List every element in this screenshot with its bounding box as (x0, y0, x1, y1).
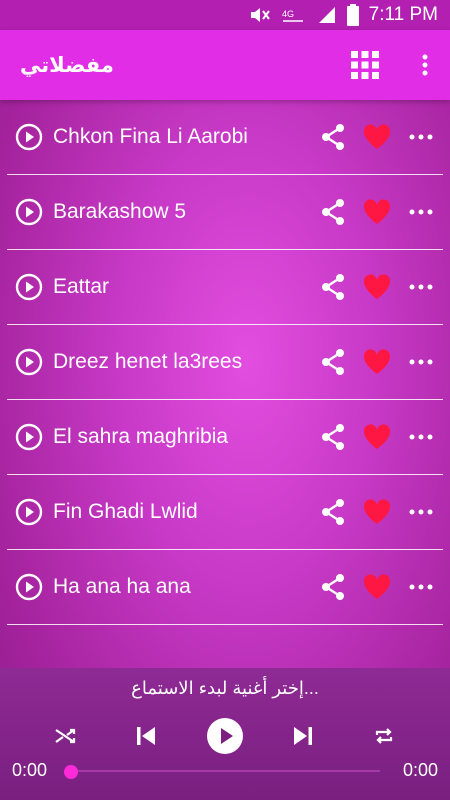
favorite-heart-icon[interactable] (363, 499, 391, 525)
current-time: 0:00 (12, 760, 48, 780)
play-button[interactable] (205, 716, 245, 756)
duration-time: 0:00 (402, 760, 438, 780)
seek-track[interactable] (70, 770, 380, 772)
play-circle-icon[interactable] (15, 498, 43, 526)
song-title: Barakashow 5 (53, 200, 187, 223)
status-bar: 4G 7:11 PM (0, 0, 450, 30)
list-item[interactable]: Chkon Fina Li Aarobi (7, 100, 443, 175)
favorite-heart-icon[interactable] (363, 424, 391, 450)
shuffle-icon[interactable] (45, 716, 85, 756)
seek-thumb[interactable] (64, 765, 78, 779)
more-horiz-icon[interactable] (409, 432, 433, 442)
more-horiz-icon[interactable] (409, 207, 433, 217)
list-item[interactable]: Dreez henet la3rees (7, 325, 443, 400)
repeat-icon[interactable] (364, 716, 404, 756)
more-horiz-icon[interactable] (409, 357, 433, 367)
signal-icon (318, 7, 335, 23)
list-item[interactable]: Fin Ghadi Lwlid (7, 475, 443, 550)
play-circle-icon[interactable] (15, 423, 43, 451)
share-icon[interactable] (319, 123, 347, 151)
skip-previous-icon[interactable] (126, 716, 166, 756)
list-item[interactable]: Eattar (7, 250, 443, 325)
share-icon[interactable] (319, 573, 347, 601)
share-icon[interactable] (319, 423, 347, 451)
status-time: 7:11 PM (368, 4, 438, 25)
player-controls (0, 716, 450, 756)
favorite-heart-icon[interactable] (363, 274, 391, 300)
play-circle-icon[interactable] (15, 198, 43, 226)
network-icon: 4G (282, 9, 303, 22)
song-list: Chkon Fina Li Aarobi Barakashow 5 Eattar… (0, 100, 450, 625)
share-icon[interactable] (319, 498, 347, 526)
favorite-heart-icon[interactable] (363, 124, 391, 150)
list-item[interactable]: El sahra maghribia (7, 400, 443, 475)
svg-text:4G: 4G (282, 9, 294, 19)
list-item[interactable]: Barakashow 5 (7, 175, 443, 250)
favorite-heart-icon[interactable] (363, 349, 391, 375)
app-bar: مفضلاتي (0, 30, 450, 100)
song-title: Fin Ghadi Lwlid (53, 500, 198, 523)
play-circle-icon[interactable] (15, 123, 43, 151)
more-horiz-icon[interactable] (409, 507, 433, 517)
more-horiz-icon[interactable] (409, 132, 433, 142)
player-hint: إختر أغنية لبدء الاستماع... (131, 678, 319, 698)
favorite-heart-icon[interactable] (363, 574, 391, 600)
grid-icon[interactable] (350, 50, 380, 80)
more-horiz-icon[interactable] (409, 282, 433, 292)
player-bar: إختر أغنية لبدء الاستماع... 0:00 0:00 (0, 668, 450, 800)
play-circle-icon[interactable] (15, 573, 43, 601)
share-icon[interactable] (319, 273, 347, 301)
seek-bar-row: 0:00 0:00 (0, 760, 450, 782)
mute-icon (250, 8, 270, 22)
list-item[interactable]: Ha ana ha ana (7, 550, 443, 625)
play-circle-icon[interactable] (15, 348, 43, 376)
favorite-heart-icon[interactable] (363, 199, 391, 225)
song-title: Ha ana ha ana (53, 575, 191, 598)
share-icon[interactable] (319, 198, 347, 226)
share-icon[interactable] (319, 348, 347, 376)
play-circle-icon[interactable] (15, 273, 43, 301)
song-title: Dreez henet la3rees (53, 350, 243, 373)
song-title: Eattar (53, 275, 110, 298)
skip-next-icon[interactable] (283, 716, 323, 756)
more-vert-icon[interactable] (420, 50, 430, 80)
song-title: Chkon Fina Li Aarobi (53, 125, 248, 148)
battery-icon (346, 4, 359, 26)
song-title: El sahra maghribia (53, 425, 229, 448)
page-title: مفضلاتي (20, 53, 114, 77)
more-horiz-icon[interactable] (409, 582, 433, 592)
